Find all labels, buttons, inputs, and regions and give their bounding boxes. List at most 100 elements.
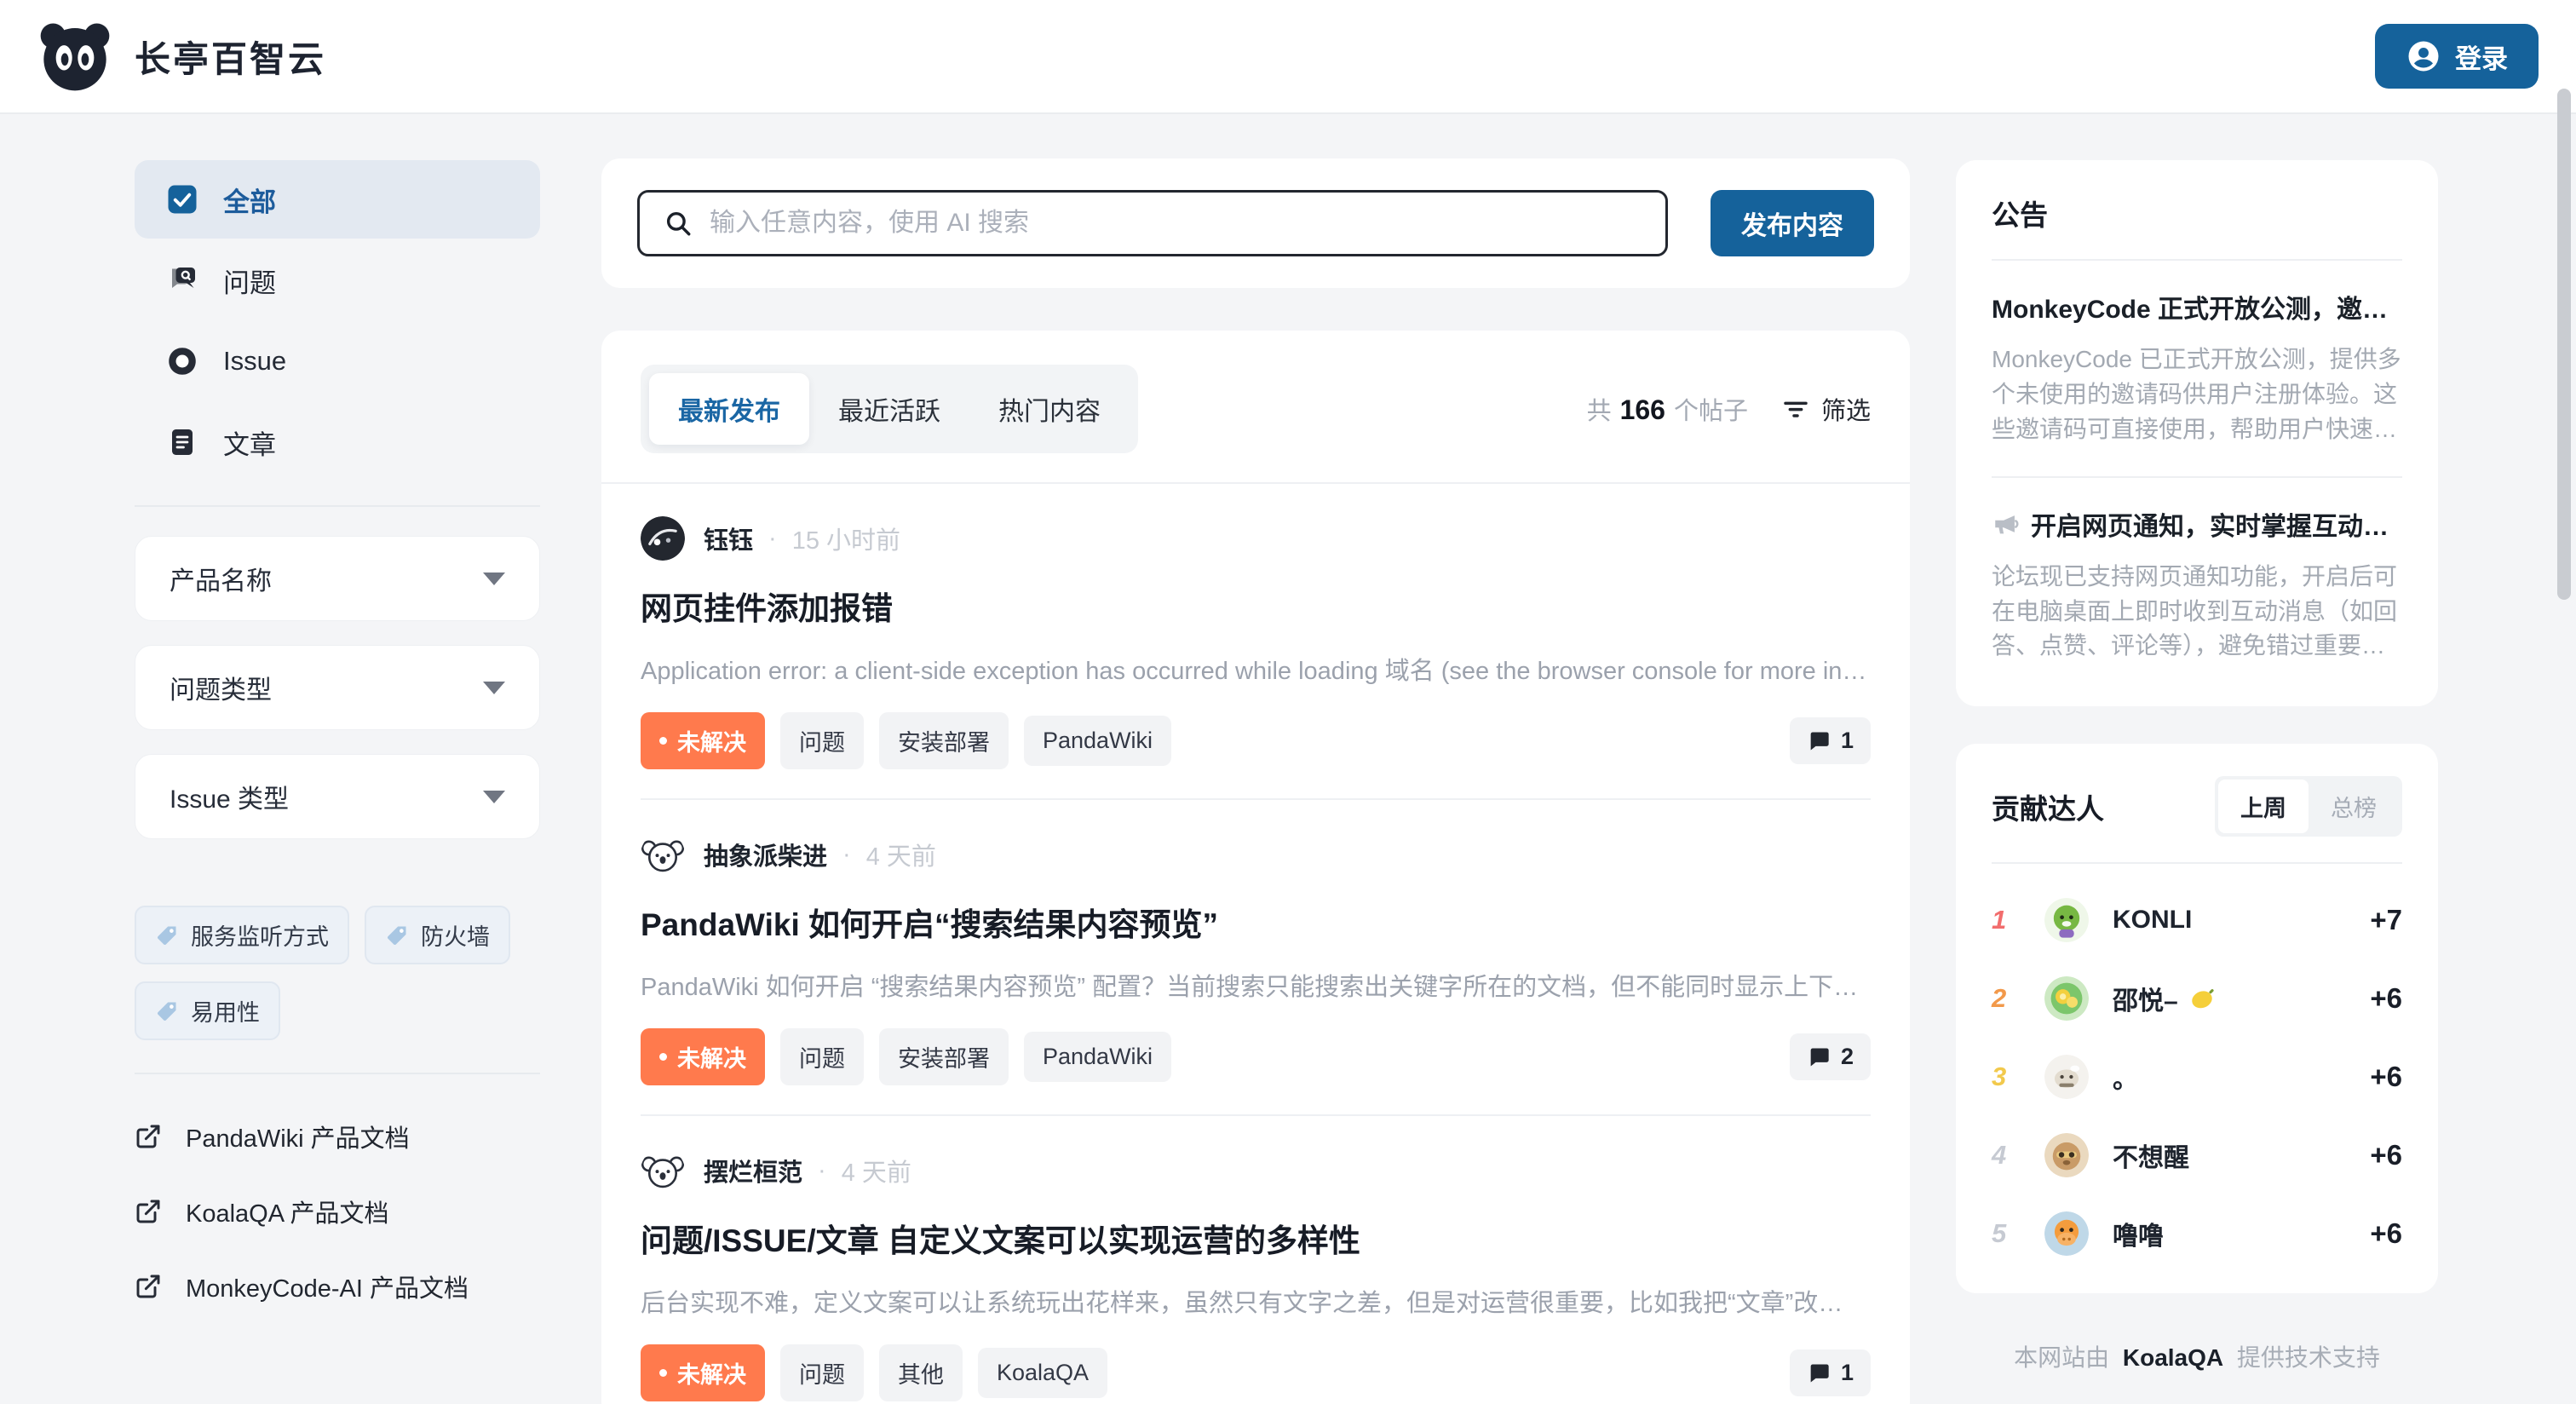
post-author[interactable]: 钰钰 [704,521,753,556]
leaderboard-toggle: 上周 总榜 [2215,776,2402,837]
post-title[interactable]: PandaWiki 如何开启“搜索结果内容预览” [641,899,1871,945]
toggle-last-week[interactable]: 上周 [2218,780,2309,833]
meta-separator: · [768,525,777,553]
doc-link-monkeycode[interactable]: MonkeyCode-AI 产品文档 [135,1269,540,1304]
post-author[interactable]: 摆烂桓范 [704,1153,802,1188]
sidebar-item-questions[interactable]: 问题 [135,241,540,319]
contributor-score: +6 [2370,1061,2402,1093]
announcement-title: MonkeyCode 正式开放公测，邀… [1992,288,2402,325]
megaphone-icon [1992,509,2021,538]
chevron-down-icon [483,791,505,803]
post-meta: 抽象派柴进 · 4 天前 [641,832,1871,877]
comment-count[interactable]: 1 [1790,1349,1871,1396]
post-row[interactable]: 摆烂桓范 · 4 天前 问题/ISSUE/文章 自定义文案可以实现运营的多样性 … [641,1116,1871,1404]
post-row[interactable]: 钰钰 · 15 小时前 网页挂件添加报错 Application error: … [641,484,1871,800]
comment-count[interactable]: 1 [1790,717,1871,764]
tab-latest[interactable]: 最新发布 [649,373,809,445]
announcement-item[interactable]: MonkeyCode 正式开放公测，邀… MonkeyCode 已正式开放公测，… [1992,261,2402,478]
post-author[interactable]: 抽象派柴进 [704,837,827,872]
toggle-all-time[interactable]: 总榜 [2309,780,2399,833]
sidebar-item-articles[interactable]: 文章 [135,403,540,481]
post-tag[interactable]: KoalaQA [978,1348,1107,1398]
product-name-select[interactable]: 产品名称 [135,536,540,621]
vertical-scrollbar[interactable] [2557,89,2571,600]
doc-link-pandawiki[interactable]: PandaWiki 产品文档 [135,1119,540,1154]
sidebar-divider [135,1073,540,1074]
post-tag[interactable]: PandaWiki [1024,716,1171,766]
status-dot [659,737,667,745]
post-title[interactable]: 网页挂件添加报错 [641,583,1871,629]
announcement-title: 开启网页通知，实时掌握互动… [1992,505,2402,543]
checkbox-checked-icon [167,184,198,215]
tag-label: 易用性 [191,994,260,1027]
status-dot [659,1369,667,1377]
contributor-score: +6 [2370,982,2402,1015]
post-tags-row: 未解决 问题 其他 KoalaQA 1 [641,1344,1871,1401]
question-type-select[interactable]: 问题类型 [135,645,540,730]
post-tag[interactable]: 问题 [780,1028,864,1085]
search-icon [664,209,693,238]
contributors-card: 贡献达人 上周 总榜 1 KONLI +7 2 邵悦– +6 [1956,744,2438,1293]
tag-chip[interactable]: 服务监听方式 [135,906,349,964]
tag-chip[interactable]: 易用性 [135,981,280,1040]
panda-logo-icon[interactable] [37,19,112,94]
contributor-row[interactable]: 2 邵悦– +6 [1992,976,2402,1021]
tag-icon [385,924,409,947]
announcements-title: 公告 [1992,193,2402,233]
post-tag[interactable]: 安装部署 [879,712,1009,769]
chevron-down-icon [483,682,505,694]
contributor-row[interactable]: 4 不想醒 +6 [1992,1133,2402,1177]
comment-count[interactable]: 2 [1790,1033,1871,1080]
post-tag[interactable]: 其他 [879,1344,963,1401]
sidebar-divider [135,505,540,507]
contributor-score: +6 [2370,1217,2402,1250]
site-title: 长亭百智云 [135,31,326,83]
post-time: 4 天前 [866,837,936,872]
external-link-icon [135,1123,162,1150]
sidebar-item-all[interactable]: 全部 [135,160,540,239]
issue-type-select[interactable]: Issue 类型 [135,754,540,839]
tag-chip[interactable]: 防火墙 [365,906,510,964]
status-badge-unresolved: 未解决 [641,1028,765,1085]
tab-hot[interactable]: 热门内容 [969,373,1130,445]
comment-icon [1807,1045,1831,1069]
right-sidebar: 公告 MonkeyCode 正式开放公测，邀… MonkeyCode 已正式开放… [1956,160,2438,1373]
publish-content-button[interactable]: 发布内容 [1711,190,1874,256]
tab-recent-active[interactable]: 最近活跃 [809,373,969,445]
koala-avatar [641,1148,685,1193]
login-label: 登录 [2455,37,2508,76]
filter-button[interactable]: 筛选 [1782,391,1871,427]
post-tag[interactable]: PandaWiki [1024,1032,1171,1082]
post-excerpt: 后台实现不难，定义文案可以让系统玩出花样来，虽然只有文字之差，但是对运营很重要，… [641,1283,1867,1319]
announcement-item[interactable]: 开启网页通知，实时掌握互动… 论坛现已支持网页通知功能，开启后可在电脑桌面上即时… [1992,478,2402,682]
contributor-row[interactable]: 3 。 +6 [1992,1055,2402,1099]
meta-separator: · [818,1157,826,1185]
footer-brand-link[interactable]: KoalaQA [2123,1344,2223,1371]
comment-icon [1807,1361,1831,1385]
contributor-row[interactable]: 1 KONLI +7 [1992,898,2402,942]
orange-hippo-avatar [2044,1211,2089,1256]
doc-link-koalaqa[interactable]: KoalaQA 产品文档 [135,1194,540,1229]
rank-number: 1 [1992,905,2031,935]
post-row[interactable]: 抽象派柴进 · 4 天前 PandaWiki 如何开启“搜索结果内容预览” Pa… [641,800,1871,1116]
green-dragon-avatar [2044,898,2089,942]
top-header: 长亭百智云 登录 [0,0,2576,114]
post-title[interactable]: 问题/ISSUE/文章 自定义文案可以实现运营的多样性 [641,1215,1871,1261]
contributor-row[interactable]: 5 噜噜 +6 [1992,1211,2402,1256]
posts-card: 最新发布 最近活跃 热门内容 共 166 个帖子 筛选 钰钰 · [601,331,1910,1404]
search-box[interactable] [637,190,1668,256]
post-tag[interactable]: 问题 [780,1344,864,1401]
post-time: 15 小时前 [792,521,900,556]
login-button[interactable]: 登录 [2375,24,2539,89]
doc-link-label: MonkeyCode-AI 产品文档 [186,1269,469,1304]
search-input[interactable] [710,209,1642,238]
doc-link-label: KoalaQA 产品文档 [186,1194,389,1229]
post-tags-row: 未解决 问题 安装部署 PandaWiki 2 [641,1028,1871,1085]
post-tag[interactable]: 安装部署 [879,1028,1009,1085]
bee-avatar [2044,1055,2089,1099]
contributor-name: 不想醒 [2113,1136,2370,1174]
post-tag[interactable]: 问题 [780,712,864,769]
sidebar-item-issue[interactable]: Issue [135,322,540,400]
contributor-name: 。 [2113,1058,2370,1096]
status-dot [659,1053,667,1061]
